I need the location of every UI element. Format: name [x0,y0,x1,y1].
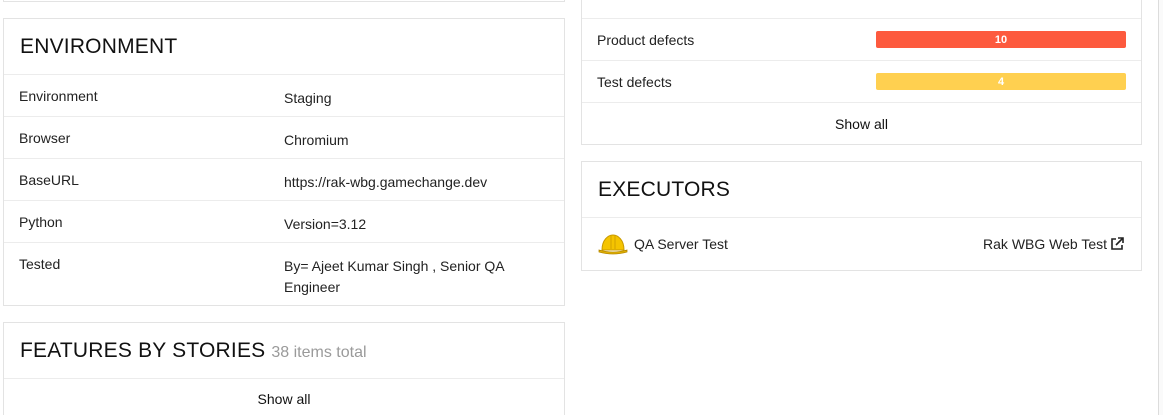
defect-label: Test defects [597,73,672,90]
features-show-all-link[interactable]: Show all [4,379,564,407]
environment-row: Tested By= Ajeet Kumar Singh , Senior QA… [4,243,564,305]
environment-key: Tested [19,256,61,272]
defect-bar-fill: 4 [876,73,1126,90]
executor-row: QA Server Test Rak WBG Web Test [582,218,1141,270]
executor-link-text: Rak WBG Web Test [983,236,1107,252]
environment-row: Environment Staging [4,75,564,117]
hard-hat-icon [598,234,628,255]
defect-bar: 4 [876,73,1126,90]
environment-value: https://rak-wbg.gamechange.dev [284,174,488,190]
environment-key: BaseURL [19,172,79,188]
defect-label: Product defects [597,31,695,48]
environment-key: Python [19,214,63,230]
defects-show-all-link[interactable]: Show all [582,103,1141,132]
environment-value: By= Ajeet Kumar Singh , Senior QA Engine… [284,258,504,295]
defects-header-remnant [582,0,1141,19]
environment-value: Staging [284,90,332,106]
previous-card-bottom [3,0,565,2]
features-card: FEATURES BY STORIES 38 items total Show … [3,322,565,415]
defect-row[interactable]: Product defects 10 [582,19,1141,61]
environment-header: ENVIRONMENT [4,19,564,75]
features-title: FEATURES BY STORIES [20,338,266,362]
environment-row: Python Version=3.12 [4,201,564,243]
scrollbar[interactable] [1158,0,1163,415]
environment-key: Environment [19,88,98,104]
environment-card: ENVIRONMENT Environment Staging Browser … [3,18,565,306]
environment-value: Chromium [284,132,349,148]
defect-row[interactable]: Test defects 4 [582,61,1141,103]
executor-info: QA Server Test [598,232,728,256]
executors-header: EXECUTORS [582,162,1141,218]
defect-bar-fill: 10 [876,31,1126,48]
environment-row: BaseURL https://rak-wbg.gamechange.dev [4,159,564,201]
features-header: FEATURES BY STORIES 38 items total [4,323,564,379]
executor-name: QA Server Test [634,236,728,252]
environment-title: ENVIRONMENT [20,34,178,58]
features-item-count: 38 items total [271,343,367,361]
environment-value: Version=3.12 [284,216,367,232]
executors-title: EXECUTORS [598,177,731,201]
executor-build-link[interactable]: Rak WBG Web Test [983,236,1124,252]
environment-key: Browser [19,130,71,146]
executors-card: EXECUTORS QA Server Test Rak WBG Web Tes… [581,161,1142,271]
defect-bar: 10 [876,31,1126,48]
external-link-icon [1111,237,1124,250]
environment-row: Browser Chromium [4,117,564,159]
defects-card: Product defects 10 Test defects 4 Show a… [581,0,1142,145]
